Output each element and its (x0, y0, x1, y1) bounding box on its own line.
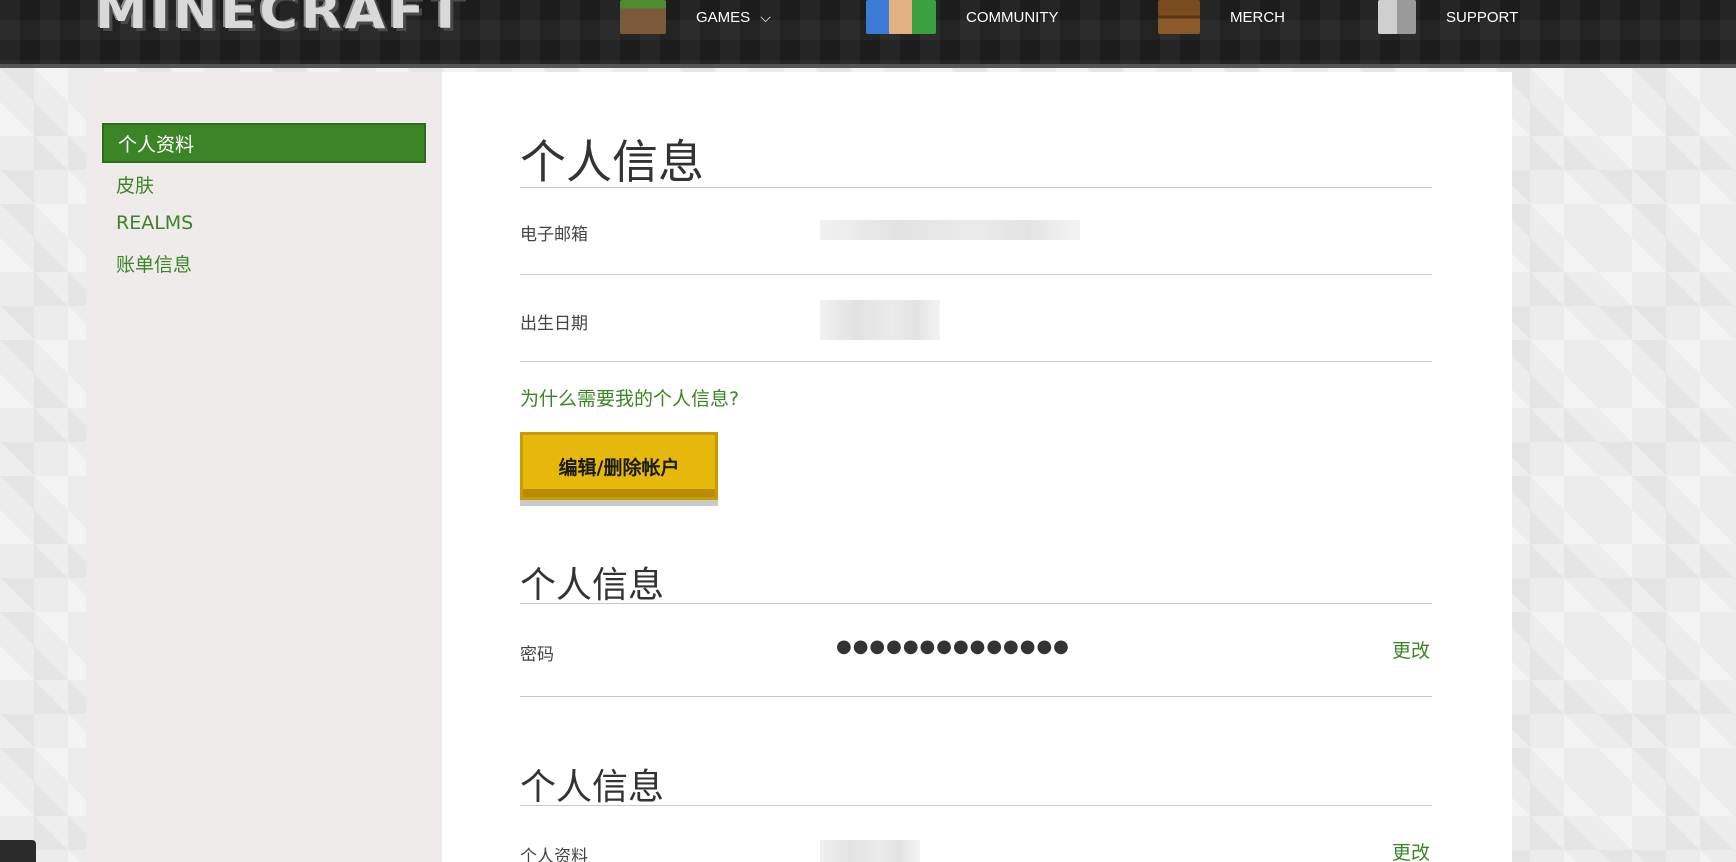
section-title-profile: 个人信息 (520, 758, 1432, 808)
top-navigation-bar: MINECRAFT GAMES ⌵ COMMUNITY MERCH SUPPOR… (0, 0, 1736, 68)
sidebar-item-billing[interactable]: 账单信息 (102, 243, 426, 283)
nav-games[interactable]: GAMES ⌵ (620, 0, 771, 34)
change-password-link[interactable]: 更改 (1392, 636, 1430, 663)
characters-icon (866, 0, 936, 34)
nav-community-label: COMMUNITY (966, 8, 1059, 26)
sidebar-item-skins[interactable]: 皮肤 (102, 164, 426, 204)
grass-block-icon (620, 0, 666, 34)
divider (520, 696, 1432, 697)
change-profile-link[interactable]: 更改 (1392, 838, 1430, 862)
sidebar-item-label: 皮肤 (116, 174, 155, 197)
profile-label: 个人资料 (520, 847, 588, 862)
sidebar-item-profile[interactable]: 个人资料 (102, 123, 426, 163)
nav-merch-label: MERCH (1230, 8, 1285, 26)
nav-games-label: GAMES (696, 8, 751, 26)
profile-value-redacted (820, 840, 920, 862)
minecraft-logo[interactable]: MINECRAFT (95, 0, 466, 40)
chest-icon (1158, 0, 1200, 34)
edit-delete-account-button[interactable]: 编辑/删除帐户 (520, 432, 718, 500)
birthdate-value-redacted (820, 300, 940, 340)
password-label: 密码 (520, 645, 554, 665)
why-personal-info-link[interactable]: 为什么需要我的个人信息? (520, 384, 739, 411)
section-title-password: 个人信息 (520, 556, 1432, 606)
nav-support[interactable]: SUPPORT (1378, 0, 1518, 34)
sidebar-item-realms[interactable]: REALMS (102, 203, 426, 243)
chevron-down-icon[interactable]: ⌵ (760, 9, 771, 26)
sidebar-item-label: 个人资料 (118, 133, 195, 156)
nav-merch[interactable]: MERCH (1158, 0, 1285, 34)
nav-support-label: SUPPORT (1446, 8, 1519, 26)
nav-community[interactable]: COMMUNITY (866, 0, 1059, 34)
email-value-redacted (820, 220, 1080, 240)
sidebar-item-label: REALMS (116, 212, 194, 234)
section-title-personal-info: 个人信息 (520, 126, 1432, 189)
divider (520, 361, 1432, 362)
sidebar-item-label: 账单信息 (116, 253, 193, 276)
feedback-tab[interactable] (0, 840, 36, 862)
email-label: 电子邮箱 (520, 225, 588, 245)
robot-icon (1378, 0, 1416, 34)
password-masked-value: ●●●●●●●●●●●●●● (836, 636, 1070, 657)
birthdate-label: 出生日期 (520, 314, 588, 334)
divider (520, 274, 1432, 275)
